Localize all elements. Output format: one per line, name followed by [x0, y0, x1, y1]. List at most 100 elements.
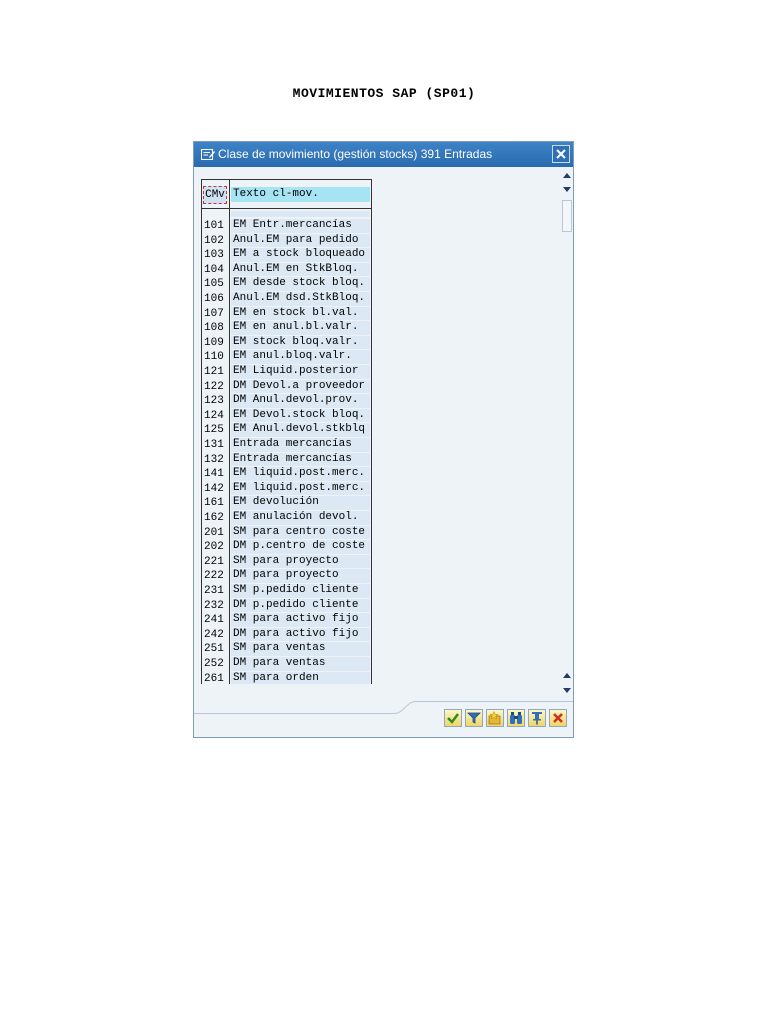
- dialog-title: Clase de movimiento (gestión stocks) 391…: [218, 147, 493, 161]
- scroll-thumb[interactable]: [562, 200, 572, 232]
- row-code: 142: [204, 482, 224, 495]
- new-selection-button[interactable]: [486, 709, 504, 727]
- filter-icon: [467, 712, 481, 724]
- results-table: CMv Texto cl-mov. 101 EM Entr.mercancías 1…: [201, 179, 373, 684]
- checkmark-icon: [447, 713, 459, 724]
- row-code: 132: [204, 453, 224, 466]
- row-code: 104: [204, 263, 224, 276]
- table-row[interactable]: 105 EM desde stock bloq.: [201, 277, 372, 292]
- row-text: DM Devol.a proveedor: [231, 379, 370, 394]
- pin-button[interactable]: [528, 709, 546, 727]
- row-code: 109: [204, 336, 224, 349]
- row-text: Anul.EM para pedido: [231, 233, 370, 248]
- table-row[interactable]: 132 Entrada mercancías: [201, 452, 372, 468]
- row-code: 125: [204, 424, 224, 437]
- dialog-titlebar[interactable]: Clase de movimiento (gestión stocks) 391…: [194, 142, 573, 167]
- row-text: DM para ventas: [231, 657, 370, 671]
- row-code: 131: [204, 439, 224, 451]
- pin-icon: [532, 712, 542, 725]
- table-row[interactable]: 141 EM liquid.post.merc.: [201, 467, 372, 482]
- row-code: 241: [204, 614, 224, 627]
- row-code: 108: [204, 322, 224, 335]
- row-code: 202: [204, 541, 224, 554]
- row-text: DM para proyecto: [231, 569, 370, 583]
- find-button[interactable]: [507, 709, 525, 727]
- table-row[interactable]: 242 DM para activo fijo: [201, 627, 372, 643]
- page-up-icon[interactable]: [563, 673, 571, 678]
- table-row[interactable]: 106 Anul.EM dsd.StkBloq.: [201, 292, 372, 307]
- table-row[interactable]: 122 DM Devol.a proveedor: [201, 379, 372, 395]
- row-text: EM Entr.mercancías: [231, 219, 370, 233]
- row-code: 141: [204, 468, 224, 481]
- header-divider: [201, 208, 372, 209]
- row-code: 101: [204, 220, 224, 232]
- table-row[interactable]: 121 EM Liquid.posterior: [201, 365, 372, 380]
- row-text: Entrada mercancías: [231, 438, 370, 452]
- table-row[interactable]: 131 Entrada mercancías: [201, 438, 372, 453]
- table-border: [201, 179, 372, 180]
- table-row[interactable]: 162 EM anulación devol.: [201, 511, 372, 526]
- table-row[interactable]: 221 SM para proyecto: [201, 554, 372, 570]
- row-text: Entrada mercancías: [231, 452, 370, 467]
- row-code: 107: [204, 307, 224, 320]
- close-icon: [556, 149, 566, 159]
- row-text: SM p.pedido cliente: [231, 584, 370, 598]
- table-row[interactable]: 202 DM p.centro de coste: [201, 540, 372, 555]
- table-row[interactable]: 251 SM para ventas: [201, 642, 372, 657]
- table-row[interactable]: 124 EM Devol.stock bloq.: [201, 408, 372, 424]
- table-row[interactable]: 103 EM a stock bloqueado: [201, 248, 372, 263]
- table-row[interactable]: 201 SM para centro coste: [201, 525, 372, 541]
- row-text: EM liquid.post.merc.: [231, 481, 370, 496]
- row-code: 122: [204, 380, 224, 393]
- row-code: 162: [204, 512, 224, 524]
- cancel-button[interactable]: [549, 709, 567, 727]
- row-text: SM para proyecto: [231, 554, 370, 569]
- table-row[interactable]: 101 EM Entr.mercancías: [201, 219, 372, 234]
- row-code: 124: [204, 409, 224, 422]
- row-text: SM para activo fijo: [231, 613, 370, 627]
- table-row[interactable]: 125 EM Anul.devol.stkblq: [201, 423, 372, 438]
- row-code: 201: [204, 526, 224, 539]
- table-row[interactable]: 109 EM stock bloq.valr.: [201, 335, 372, 351]
- filter-button[interactable]: [465, 709, 483, 727]
- row-code: 103: [204, 249, 224, 262]
- row-text: EM anulación devol.: [231, 511, 370, 525]
- table-row[interactable]: 252 DM para ventas: [201, 657, 372, 672]
- close-button[interactable]: [552, 145, 570, 163]
- table-row[interactable]: 231 SM p.pedido cliente: [201, 584, 372, 599]
- row-text: EM desde stock bloq.: [231, 277, 370, 291]
- row-text: SM para orden: [231, 671, 370, 684]
- confirm-button[interactable]: [444, 709, 462, 727]
- row-text: Anul.EM dsd.StkBloq.: [231, 292, 370, 306]
- page-down-icon[interactable]: [563, 688, 571, 693]
- row-text: SM para centro coste: [231, 525, 370, 540]
- row-text: EM liquid.post.merc.: [231, 467, 370, 481]
- table-row[interactable]: 161 EM devolución: [201, 496, 372, 511]
- table-row[interactable]: 232 DM p.pedido cliente: [201, 598, 372, 614]
- row-code: 251: [204, 643, 224, 656]
- table-row[interactable]: 222 DM para proyecto: [201, 569, 372, 584]
- row-text: Anul.EM en StkBloq.: [231, 262, 370, 277]
- row-code: 231: [204, 585, 224, 597]
- row-text: SM para ventas: [231, 642, 370, 656]
- row-text: EM devolución: [231, 496, 370, 510]
- table-row[interactable]: 107 EM en stock bl.val.: [201, 306, 372, 322]
- row-code: 252: [204, 658, 224, 670]
- column-header-text[interactable]: Texto cl-mov.: [231, 187, 370, 202]
- row-text: EM en stock bl.val.: [231, 306, 370, 321]
- table-row[interactable]: 104 Anul.EM en StkBloq.: [201, 262, 372, 278]
- table-row[interactable]: 102 Anul.EM para pedido: [201, 233, 372, 249]
- table-row[interactable]: 110 EM anul.bloq.valr.: [201, 350, 372, 365]
- column-header-code[interactable]: CMv: [203, 186, 227, 204]
- scroll-up-icon[interactable]: [563, 173, 571, 178]
- vertical-scrollbar[interactable]: [560, 168, 574, 693]
- table-row[interactable]: 261 SM para orden: [201, 671, 372, 684]
- row-code: 221: [204, 555, 224, 568]
- table-row[interactable]: 108 EM en anul.bl.valr.: [201, 321, 372, 336]
- scroll-down-icon[interactable]: [563, 187, 571, 192]
- row-code: 102: [204, 234, 224, 247]
- row-code: 110: [204, 351, 224, 364]
- table-row[interactable]: 241 SM para activo fijo: [201, 613, 372, 628]
- table-row[interactable]: 123 DM Anul.devol.prov.: [201, 394, 372, 409]
- table-row[interactable]: 142 EM liquid.post.merc.: [201, 481, 372, 497]
